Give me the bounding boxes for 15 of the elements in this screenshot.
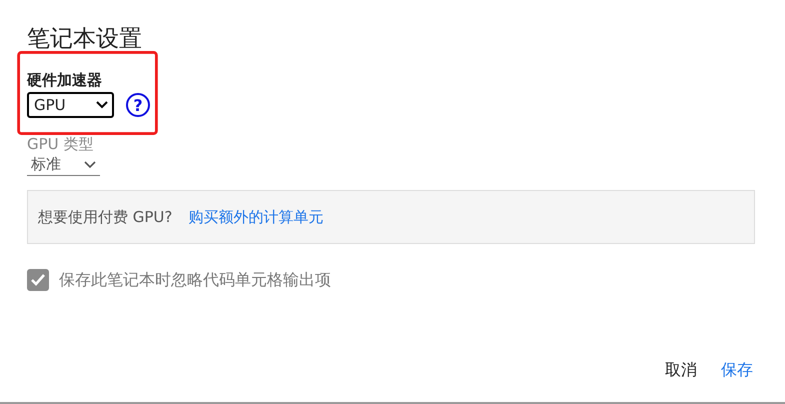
notice-text: 想要使用付费 GPU? <box>38 208 172 226</box>
field-label: 硬件加速器 <box>27 70 103 90</box>
checkbox-label: 保存此笔记本时忽略代码单元格输出项 <box>59 270 331 290</box>
cancel-button[interactable]: 取消 <box>657 356 705 385</box>
gpu-type-select[interactable]: 标准 <box>27 154 100 176</box>
dialog-title: 笔记本设置 <box>27 25 143 54</box>
chevron-down-icon <box>96 101 108 109</box>
checkbox[interactable] <box>27 269 49 291</box>
checkmark-icon <box>30 273 46 287</box>
chevron-down-icon <box>84 160 96 168</box>
help-button[interactable]: ? <box>126 93 150 117</box>
purchase-link[interactable]: 购买额外的计算单元 <box>188 208 324 226</box>
save-button[interactable]: 保存 <box>713 356 761 385</box>
accelerator-select[interactable]: GPU <box>27 92 114 118</box>
field-label: GPU 类型 <box>27 134 94 154</box>
